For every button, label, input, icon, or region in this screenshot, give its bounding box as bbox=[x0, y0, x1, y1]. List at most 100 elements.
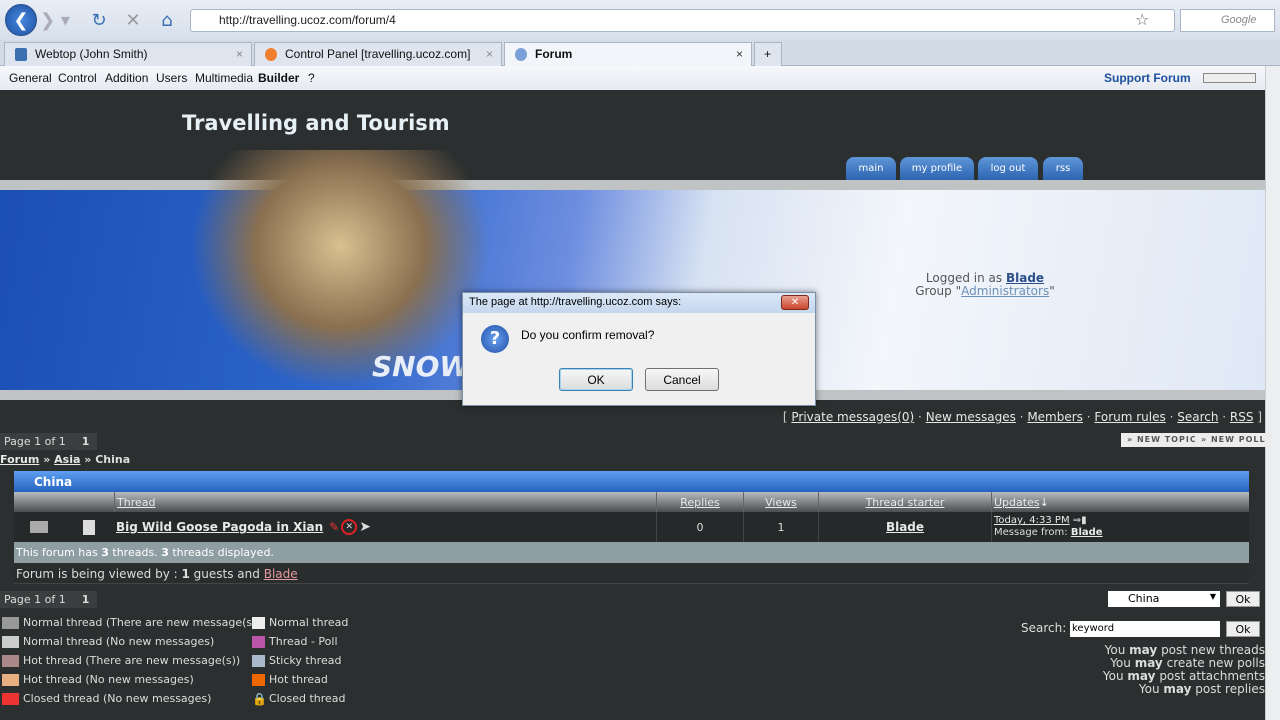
text: post replies bbox=[1195, 682, 1265, 696]
col-updates[interactable]: Updates bbox=[994, 496, 1040, 509]
forward-button[interactable]: ❯ ▾ bbox=[40, 6, 70, 34]
menu-users[interactable]: Users bbox=[156, 71, 187, 85]
text: post new threads bbox=[1161, 643, 1265, 657]
text: You bbox=[1104, 643, 1126, 657]
address-bar[interactable]: http://travelling.ucoz.com/forum/4 bbox=[190, 9, 1175, 32]
new-topic-button[interactable]: » NEW TOPIC bbox=[1121, 433, 1203, 447]
jump-ok-button[interactable]: Ok bbox=[1226, 591, 1260, 607]
message-from-link[interactable]: Blade bbox=[1071, 527, 1103, 538]
legend-text: Closed thread bbox=[269, 692, 346, 705]
col-replies[interactable]: Replies bbox=[680, 496, 720, 509]
col-thread-starter[interactable]: Thread starter bbox=[866, 496, 945, 509]
page-link[interactable]: 1 bbox=[78, 593, 94, 606]
support-forum-link[interactable]: Support Forum bbox=[1104, 71, 1191, 85]
search-link[interactable]: Search bbox=[1177, 410, 1218, 424]
viewer-user-link[interactable]: Blade bbox=[264, 567, 298, 581]
toggle-bar-icon[interactable] bbox=[1203, 73, 1256, 83]
search-input[interactable]: keyword bbox=[1070, 621, 1220, 637]
new-messages-link[interactable]: New messages bbox=[926, 410, 1016, 424]
group-link[interactable]: Administrators bbox=[961, 284, 1049, 298]
bracket: [ bbox=[782, 410, 788, 424]
forum-rules-link[interactable]: Forum rules bbox=[1094, 410, 1165, 424]
dialog-close-button[interactable]: ✕ bbox=[781, 295, 809, 310]
page-scrollbar[interactable] bbox=[1265, 66, 1280, 720]
legend-text: Hot thread bbox=[269, 673, 328, 686]
reload-button[interactable]: ↻ bbox=[84, 6, 114, 34]
last-update-link[interactable]: Today, 4:33 PM bbox=[994, 515, 1070, 526]
sticky-icon bbox=[252, 654, 265, 667]
text: may bbox=[1163, 682, 1192, 696]
site-tab-log-out[interactable]: log out bbox=[978, 157, 1038, 180]
normal-thread-icon bbox=[83, 519, 95, 535]
breadcrumb-forum[interactable]: Forum bbox=[0, 453, 39, 466]
text: post attachments bbox=[1159, 669, 1265, 683]
group-label: Group bbox=[915, 284, 952, 298]
col-views[interactable]: Views bbox=[765, 496, 797, 509]
breadcrumb-asia[interactable]: Asia bbox=[54, 453, 80, 466]
members-link[interactable]: Members bbox=[1027, 410, 1083, 424]
permissions: You may post new threads You may create … bbox=[1103, 644, 1265, 696]
poll-icon bbox=[252, 635, 265, 648]
table-header: Thread Replies Views Thread starter Upda… bbox=[14, 492, 1249, 512]
menu-builder[interactable]: Builder bbox=[258, 71, 299, 85]
dialog-cancel-button[interactable]: Cancel bbox=[645, 368, 719, 391]
close-icon[interactable]: × bbox=[236, 47, 243, 61]
views-count: 1 bbox=[743, 512, 818, 542]
site-tab-rss[interactable]: rss bbox=[1043, 157, 1083, 180]
closed-icon bbox=[2, 692, 19, 705]
text: may bbox=[1134, 656, 1163, 670]
login-label: Logged in as bbox=[925, 271, 1003, 285]
tab-webtop[interactable]: Webtop (John Smith) × bbox=[4, 42, 252, 66]
bracket: ] bbox=[1257, 410, 1262, 424]
forum-summary: This forum has 3 threads. 3 threads disp… bbox=[14, 542, 1249, 563]
search-box[interactable]: Google bbox=[1180, 9, 1275, 32]
site-tab-my-profile[interactable]: my profile bbox=[900, 157, 974, 180]
page-link[interactable]: 1 bbox=[78, 435, 94, 448]
dialog-ok-button[interactable]: OK bbox=[559, 368, 633, 391]
edit-icon[interactable]: ✎ bbox=[329, 520, 339, 534]
guest-count: 1 bbox=[181, 567, 190, 581]
breadcrumb: Forum » Asia » China bbox=[0, 453, 130, 466]
text: may bbox=[1129, 643, 1158, 657]
close-icon[interactable]: × bbox=[486, 47, 493, 61]
text: guests and bbox=[193, 567, 260, 581]
hot-new-icon bbox=[2, 654, 19, 667]
menu-help[interactable]: ? bbox=[308, 71, 315, 85]
reload-icon: ↻ bbox=[91, 9, 107, 31]
mouse-cursor-icon: ➤ bbox=[359, 519, 371, 535]
normal-thread-icon bbox=[252, 616, 265, 629]
user-link[interactable]: Blade bbox=[1006, 271, 1044, 285]
col-thread[interactable]: Thread bbox=[117, 496, 155, 509]
text: This forum has bbox=[16, 546, 98, 559]
separator: » bbox=[84, 453, 92, 466]
site-tab-main[interactable]: main bbox=[846, 157, 896, 180]
tab-control-panel[interactable]: Control Panel [travelling.ucoz.com] × bbox=[254, 42, 502, 66]
search-ok-button[interactable]: Ok bbox=[1226, 621, 1260, 637]
question-icon: ? bbox=[481, 325, 509, 353]
new-poll-button[interactable]: » NEW POLL bbox=[1195, 433, 1272, 447]
bookmark-star-icon[interactable]: ☆ bbox=[1135, 10, 1149, 29]
close-icon[interactable]: × bbox=[736, 47, 743, 61]
legend-text: Normal thread (No new messages) bbox=[23, 635, 215, 648]
menu-general[interactable]: General bbox=[9, 71, 52, 85]
stop-button[interactable]: ✕ bbox=[118, 6, 148, 34]
button-label: NEW POLL bbox=[1210, 435, 1266, 444]
thread-starter-link[interactable]: Blade bbox=[886, 520, 924, 534]
rss-link[interactable]: RSS bbox=[1230, 410, 1254, 424]
fire-icon bbox=[252, 673, 265, 686]
back-button[interactable]: ❮ bbox=[5, 4, 37, 36]
delete-icon[interactable]: ✕ bbox=[341, 519, 358, 535]
tab-label: Control Panel [travelling.ucoz.com] bbox=[285, 47, 471, 61]
login-info: Logged in as Blade Group "Administrators… bbox=[915, 271, 1055, 298]
home-button[interactable]: ⌂ bbox=[152, 6, 182, 34]
message-from-label: Message from: bbox=[994, 527, 1068, 538]
forum-jump-select[interactable]: China ▼ bbox=[1108, 591, 1220, 607]
thread-title-link[interactable]: Big Wild Goose Pagoda in Xian bbox=[116, 520, 323, 534]
menu-control[interactable]: Control bbox=[58, 71, 97, 85]
new-tab-button[interactable]: + bbox=[754, 42, 782, 66]
go-to-last-icon[interactable]: ⇒▮ bbox=[1073, 515, 1087, 526]
private-messages-link[interactable]: Private messages(0) bbox=[791, 410, 914, 424]
tab-forum[interactable]: Forum × bbox=[504, 42, 752, 66]
menu-addition[interactable]: Addition bbox=[105, 71, 148, 85]
menu-multimedia[interactable]: Multimedia bbox=[195, 71, 253, 85]
